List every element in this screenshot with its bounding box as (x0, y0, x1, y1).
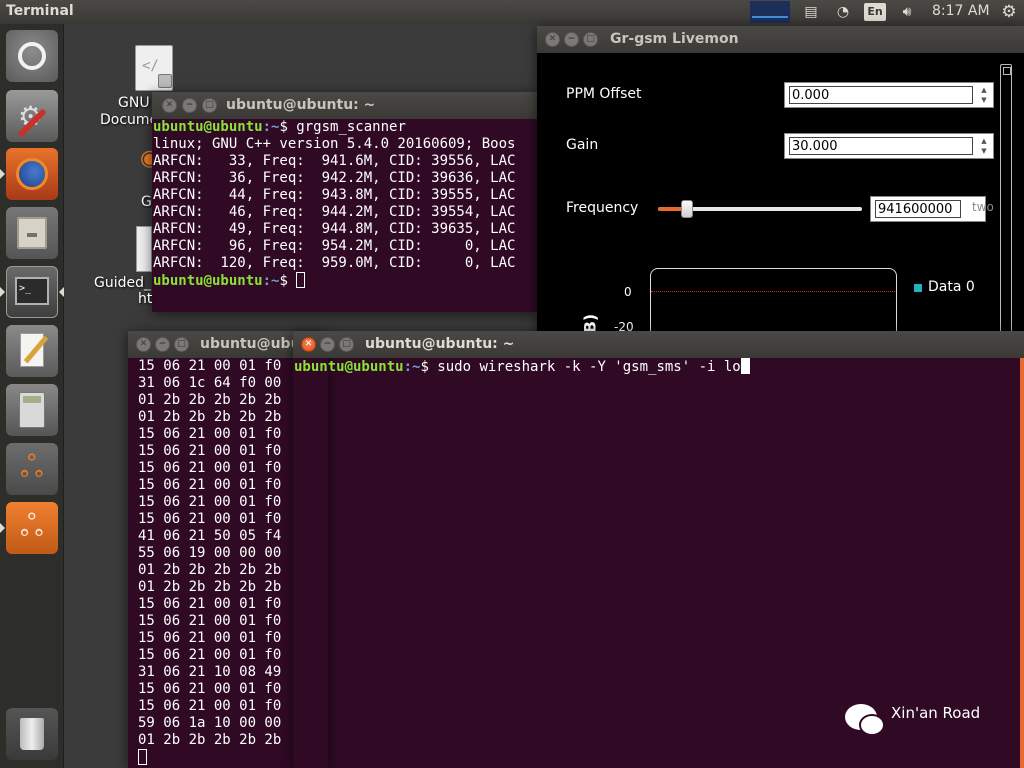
slider-handle[interactable] (680, 200, 693, 218)
minimize-button[interactable]: − (320, 337, 335, 352)
active-app-title: Terminal (6, 3, 74, 19)
desktop-icon-label[interactable]: Docume (100, 112, 158, 128)
gain-label: Gain (566, 137, 599, 153)
frequency-entry[interactable] (870, 196, 986, 222)
frequency-slider[interactable] (658, 200, 862, 218)
running-indicator (0, 169, 5, 179)
maximize-button[interactable]: □ (202, 98, 217, 113)
system-monitor-indicator[interactable] (750, 1, 790, 23)
terminal-scrollbar[interactable] (1020, 358, 1024, 768)
document-icon[interactable] (136, 226, 152, 272)
gain-input[interactable] (789, 137, 973, 155)
output-line: ARFCN: 49, Freq: 944.8M, CID: 39635, LAC (153, 221, 516, 237)
gnuradio-icon[interactable]: ஃ (6, 443, 58, 495)
close-button[interactable]: ✕ (162, 98, 177, 113)
calculator-icon[interactable] (6, 384, 58, 436)
focused-indicator (59, 287, 64, 297)
command-line: ubuntu@ubuntu:~$ (153, 272, 540, 290)
gear-icon[interactable]: ⚙ (998, 2, 1020, 22)
gnuradio-companion-icon[interactable]: ஃ (6, 502, 58, 554)
running-indicator (0, 523, 5, 533)
maximize-button[interactable]: □ (339, 337, 354, 352)
minimize-button[interactable]: − (564, 32, 579, 47)
watermark: Xin'an Road (845, 700, 995, 740)
legend-label: Data 0 (928, 279, 975, 295)
sd-card-icon[interactable]: ▤ (800, 2, 822, 22)
ubuntu-dash-icon[interactable] (6, 30, 58, 82)
document-icon[interactable]: </ (135, 45, 173, 91)
firefox-icon[interactable] (6, 148, 58, 200)
terminal-window-scanner[interactable]: ✕ − □ ubuntu@ubuntu: ~ ubuntu@ubuntu:~$ … (152, 92, 540, 312)
files-icon[interactable] (6, 207, 58, 259)
window-title: ubuntu@ubuntu: ~ (226, 97, 376, 113)
output-line: ARFCN: 46, Freq: 944.2M, CID: 39554, LAC (153, 204, 516, 220)
command-line: ubuntu@ubuntu:~$ sudo wireshark -k -Y 'g… (294, 358, 1024, 376)
output-line: linux; GNU C++ version 5.4.0 20160609; B… (153, 136, 516, 152)
gain-spinbox[interactable]: ▲▼ (784, 133, 994, 159)
text-cursor (138, 749, 147, 765)
minimize-button[interactable]: − (155, 337, 170, 352)
close-button[interactable]: ✕ (545, 32, 560, 47)
terminal-output[interactable]: ubuntu@ubuntu:~$ grgsm_scanner linux; GNU… (152, 119, 540, 312)
window-title: Gr-gsm Livemon (610, 31, 739, 47)
text-cursor (296, 272, 306, 288)
top-panel: Terminal ▤ ◔ En 🔊︎ 8:17 AM ⚙ (0, 0, 1024, 24)
output-line: ARFCN: 33, Freq: 941.6M, CID: 39556, LAC (153, 153, 516, 169)
ppm-offset-input[interactable] (789, 86, 973, 104)
spin-arrows-icon[interactable]: ▲ ▼ (977, 85, 991, 105)
ppm-offset-label: PPM Offset (566, 86, 642, 102)
spin-arrows-icon[interactable]: ▲ ▼ (977, 136, 991, 156)
volume-icon[interactable]: 🔊︎ (896, 2, 918, 22)
trash-icon[interactable] (6, 708, 58, 760)
desktop-icon-label[interactable]: GNU (118, 95, 150, 111)
desktop-icon-label[interactable]: Guided_ (94, 275, 151, 291)
minimize-button[interactable]: − (182, 98, 197, 113)
clock[interactable]: 8:17 AM (932, 3, 990, 19)
running-indicator (0, 287, 5, 297)
output-line: ARFCN: 96, Freq: 954.2M, CID: 0, LAC (153, 238, 516, 254)
titlebar[interactable]: ✕ − □ ubuntu@ubuntu: ~ (152, 92, 540, 119)
terminal-icon[interactable]: >_ (6, 266, 58, 318)
text-editor-icon[interactable] (6, 325, 58, 377)
maximize-button[interactable]: □ (174, 337, 189, 352)
close-button[interactable]: ✕ (136, 337, 151, 352)
titlebar[interactable]: ✕ − □ ubuntu@ubuntu: ~ (293, 331, 1024, 358)
launcher: ⚙ >_ ஃ ஃ (0, 24, 64, 768)
command-line: ubuntu@ubuntu:~$ grgsm_scanner (153, 119, 406, 135)
output-line: ARFCN: 36, Freq: 942.2M, CID: 39636, LAC (153, 170, 516, 186)
output-line: ARFCN: 120, Freq: 959.0M, CID: 0, LAC (153, 255, 516, 271)
watermark-text: Xin'an Road (891, 704, 981, 722)
plot-tick-label: 0 (624, 285, 632, 299)
frequency-label: Frequency (566, 200, 639, 216)
titlebar[interactable]: ✕ − □ Gr-gsm Livemon (537, 26, 1024, 53)
keyboard-layout-indicator[interactable]: En (864, 3, 886, 21)
plot-frame[interactable] (650, 268, 897, 338)
close-button[interactable]: ✕ (301, 337, 316, 352)
legend-swatch (914, 284, 922, 292)
livemon-scrollbar[interactable] (1000, 64, 1012, 334)
wifi-icon[interactable]: ◔ (832, 2, 854, 22)
system-settings-icon[interactable]: ⚙ (6, 90, 58, 142)
chat-bubble-icon (859, 714, 885, 736)
text-cursor (740, 358, 750, 374)
maximize-button[interactable]: □ (583, 32, 598, 47)
window-title: ubuntu@ubuntu: ~ (365, 336, 515, 352)
desktop-icon-label[interactable]: ht (138, 291, 152, 307)
plot-series-line (651, 291, 895, 292)
output-line: ARFCN: 44, Freq: 943.8M, CID: 39555, LAC (153, 187, 516, 203)
frequency-input[interactable] (875, 200, 961, 218)
ppm-offset-spinbox[interactable]: ▲▼ (784, 82, 994, 108)
frequency-extra: two (972, 200, 994, 214)
